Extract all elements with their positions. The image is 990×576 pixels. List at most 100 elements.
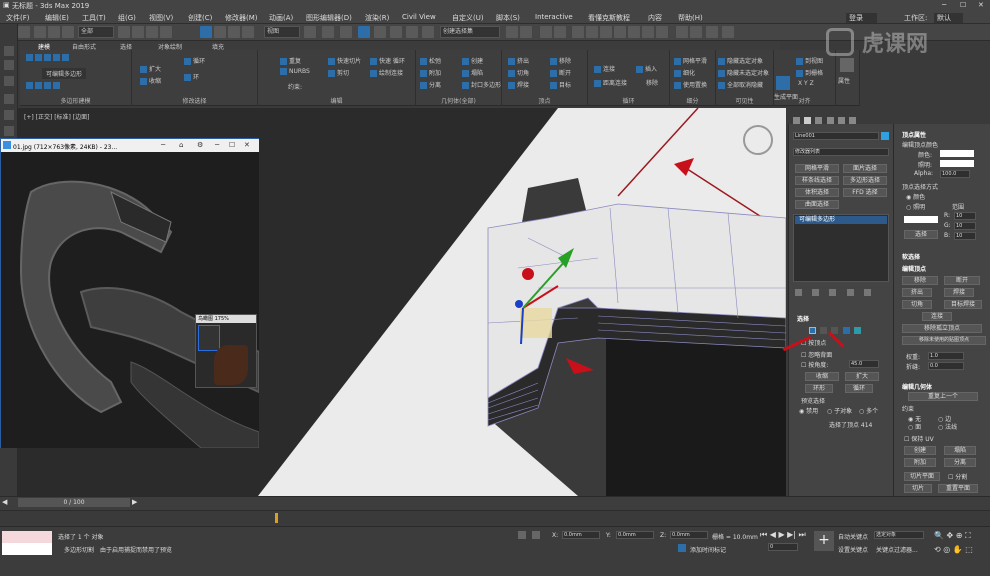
detach-button[interactable]: 分离: [420, 80, 441, 89]
remove-isolated-button[interactable]: 移除孤立顶点: [902, 324, 982, 333]
modifier-list-dropdown[interactable]: 修改器列表: [793, 148, 889, 156]
geom-detach-button[interactable]: 分离: [944, 458, 976, 467]
snap-toggle-icon[interactable]: [358, 26, 370, 38]
viewport-nav-icons[interactable]: 🔍 ✥ ⊕ ⛶: [934, 531, 971, 541]
preview-off-radio[interactable]: ◉ 禁用: [799, 406, 818, 415]
minimize-icon[interactable]: ─: [161, 141, 165, 149]
ignore-backface-checkbox[interactable]: ☐ 忽略背面: [801, 350, 832, 359]
create-tab-icon[interactable]: [793, 116, 800, 124]
menu-modifiers[interactable]: 修改器(M): [225, 13, 258, 23]
meshsmooth-preset-button[interactable]: 网格平滑: [795, 164, 839, 173]
edge-subobj-icon[interactable]: [820, 326, 828, 334]
menu-customize[interactable]: 自定义(U): [452, 13, 484, 23]
menu-help[interactable]: 帮助(H): [678, 13, 703, 23]
menu-group[interactable]: 组(G): [118, 13, 136, 23]
repeat-last-button[interactable]: 重复上一个: [908, 392, 978, 401]
target-weld-button[interactable]: 目标焊接: [944, 300, 982, 309]
timeline-next-icon[interactable]: ▶: [132, 498, 137, 506]
mirror-icon[interactable]: [506, 26, 518, 38]
loop-selection-button[interactable]: 循环: [845, 384, 873, 393]
menu-graph-editors[interactable]: 图形编辑器(D): [306, 13, 352, 23]
crease-spinner[interactable]: 0.0: [928, 362, 964, 370]
alpha-spinner[interactable]: 100.0: [940, 170, 970, 178]
by-color-radio[interactable]: ◉ 颜色: [906, 192, 925, 201]
preserve-uv-checkbox[interactable]: ☐ 保持 UV: [904, 434, 934, 443]
repeat-button[interactable]: 重复: [280, 56, 301, 65]
align-xyz-icon[interactable]: X Y Z: [798, 80, 814, 87]
viewport-label[interactable]: [+] [正交] [标准] [边面]: [24, 112, 89, 121]
spinner-snap-icon[interactable]: [406, 26, 418, 38]
slice-button[interactable]: 切片: [904, 484, 932, 493]
select-by-name-icon[interactable]: [132, 26, 144, 38]
reference-window-titlebar[interactable]: 01.jpg (712×763像素, 24KB) - 23... ─ ⌂ ⚙ ─…: [1, 139, 259, 152]
grow-button[interactable]: 扩大: [140, 64, 161, 73]
pin-icon[interactable]: ⌂: [179, 141, 183, 149]
window-close-icon[interactable]: ✕: [244, 141, 250, 149]
track-ruler[interactable]: [0, 510, 990, 526]
attach-button[interactable]: 附加: [420, 68, 441, 77]
ffd-select-button[interactable]: FFD 选择: [843, 188, 887, 197]
x-coord-field[interactable]: 0.0mm: [562, 531, 600, 539]
reset-plane-button[interactable]: 重置平面: [938, 484, 978, 493]
rendered-frame-icon[interactable]: [642, 26, 654, 38]
relax-button[interactable]: 松弛: [420, 56, 441, 65]
constraint-normal-radio[interactable]: ○ 法线: [938, 422, 957, 431]
hide-selected-button[interactable]: 隐藏选定对象: [718, 56, 763, 65]
schematic-view-icon[interactable]: [600, 26, 612, 38]
menu-tools[interactable]: 工具(T): [82, 13, 106, 23]
rotate-icon[interactable]: [214, 26, 226, 38]
align-icon[interactable]: [520, 26, 532, 38]
connect-button[interactable]: 连接: [594, 64, 615, 73]
add-time-tag-button[interactable]: 添加时间标记: [690, 545, 726, 554]
gizmo-z-handle[interactable]: [515, 300, 523, 308]
display-tab-icon[interactable]: [837, 116, 845, 124]
z-coord-field[interactable]: 0.0mm: [670, 531, 708, 539]
render-activeshade-icon[interactable]: [690, 26, 702, 38]
set-key-button[interactable]: 设置关键点: [838, 545, 868, 554]
pin-stack-icon[interactable]: [795, 288, 802, 296]
selection-rollout-header[interactable]: 选择: [797, 314, 809, 323]
show-end-result-icon[interactable]: [53, 82, 60, 89]
to-view-button[interactable]: 到视图: [796, 56, 823, 65]
modify-tab-icon[interactable]: [804, 116, 812, 124]
window-minimize-icon[interactable]: ─: [215, 141, 219, 149]
select-by-color-button[interactable]: 选择: [904, 230, 938, 239]
menu-animation[interactable]: 动画(A): [269, 13, 293, 23]
weld-button[interactable]: 焊接: [508, 80, 529, 89]
show-end-icon[interactable]: [812, 288, 820, 296]
time-tag-icon[interactable]: [678, 544, 686, 552]
make-unique-icon[interactable]: [829, 288, 837, 296]
redo-icon[interactable]: [18, 26, 30, 38]
scale-icon[interactable]: [228, 26, 240, 38]
rect-select-icon[interactable]: [146, 26, 158, 38]
nurms-button[interactable]: NURBS: [280, 68, 310, 75]
vertex-extrude-button[interactable]: 挤出: [902, 288, 932, 297]
swiftloop-button[interactable]: 快速 循环: [370, 56, 405, 65]
soft-selection-header[interactable]: 软选择: [902, 252, 920, 261]
layer-explorer-icon[interactable]: [554, 26, 566, 38]
object-name-field[interactable]: Line001: [793, 132, 879, 140]
lock-selection-icon[interactable]: [532, 531, 540, 539]
toggle-ribbon-icon[interactable]: [572, 26, 584, 38]
menu-content[interactable]: 内容: [648, 13, 662, 23]
break-button[interactable]: 断开: [550, 68, 571, 77]
border-subobj-icon[interactable]: [831, 326, 839, 334]
vertex-remove-button[interactable]: 移除: [902, 276, 938, 285]
unlink-icon[interactable]: [48, 26, 60, 38]
transform-gizmo-plane[interactable]: [520, 308, 552, 338]
poly-mode-icon[interactable]: [53, 54, 60, 61]
quickslice-button[interactable]: 快速切片: [328, 56, 361, 65]
snap-settings-icon[interactable]: [4, 76, 14, 86]
workspace-dropdown[interactable]: 默认: [934, 13, 963, 23]
geom-collapse-button[interactable]: 塌陷: [944, 446, 976, 455]
vertex-break-button[interactable]: 断开: [944, 276, 980, 285]
selection-filter-dropdown[interactable]: 全部: [78, 26, 114, 38]
set-key-big-icon[interactable]: +: [814, 531, 834, 551]
vertex-color-swatch[interactable]: [940, 150, 974, 157]
geom-attach-button[interactable]: 附加: [904, 458, 936, 467]
key-filters-button[interactable]: 关键点过滤器...: [876, 545, 918, 554]
ring-selection-button[interactable]: 环形: [805, 384, 833, 393]
key-mode-dropdown[interactable]: 选定对象: [874, 531, 924, 539]
menu-view[interactable]: 视图(V): [149, 13, 173, 23]
collapse-stack-icon[interactable]: [44, 82, 51, 89]
